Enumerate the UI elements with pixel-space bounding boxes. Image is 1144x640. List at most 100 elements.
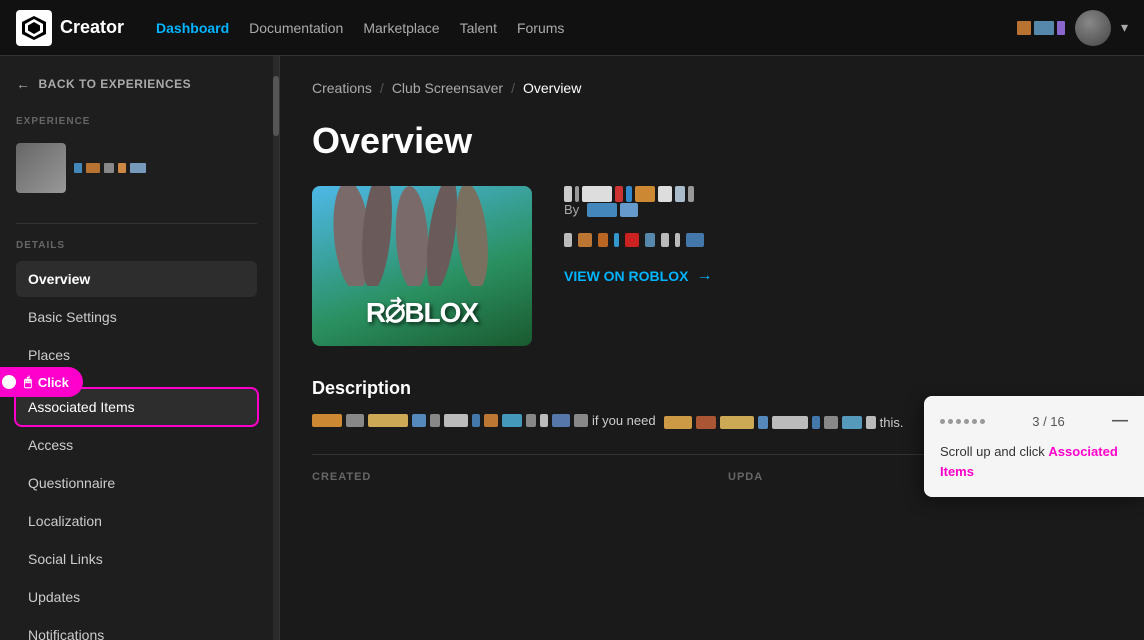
desc-suffix2: this. xyxy=(880,415,904,430)
brand-label: Creator xyxy=(60,17,124,38)
gtb-6 xyxy=(635,186,655,202)
exp-dot-1 xyxy=(74,163,82,173)
dtb-19 xyxy=(812,416,820,429)
desc-suffix: if you need xyxy=(592,413,656,428)
nav-marketplace[interactable]: Marketplace xyxy=(363,20,439,36)
sidebar-item-basic-settings[interactable]: Basic Settings xyxy=(16,299,257,335)
dtb-6 xyxy=(444,414,468,427)
sidebar-item-social-links[interactable]: Social Links xyxy=(16,541,257,577)
game-title-blocks xyxy=(564,186,1112,202)
game-thumb-bg: R⦳BLOX xyxy=(312,186,532,346)
dtb-12 xyxy=(552,414,570,427)
sidebar-item-label: Questionnaire xyxy=(28,475,115,491)
chevron-down-icon[interactable]: ▾ xyxy=(1121,19,1128,36)
logo-area[interactable]: Creator xyxy=(16,10,124,46)
gtb-9 xyxy=(688,186,694,202)
by-row: By xyxy=(564,202,1112,217)
exp-thumbnail xyxy=(16,143,66,193)
logo-box xyxy=(16,10,52,46)
experience-preview xyxy=(16,137,257,199)
sidebar-item-overview[interactable]: Overview xyxy=(16,261,257,297)
nav-forums[interactable]: Forums xyxy=(517,20,564,36)
top-navigation: Creator Dashboard Documentation Marketpl… xyxy=(0,0,1144,56)
px2 xyxy=(1034,21,1054,35)
exp-dot-4 xyxy=(118,163,126,173)
dtb-1 xyxy=(312,414,342,427)
popup-dot-3 xyxy=(956,419,961,424)
view-btn-label: VIEW ON ROBLOX xyxy=(564,268,688,284)
back-to-experiences-button[interactable]: ← BACK TO EXPERIENCES xyxy=(0,56,273,108)
nav-dashboard[interactable]: Dashboard xyxy=(156,20,229,36)
game-card: R⦳BLOX By xyxy=(312,186,1112,346)
click-tooltip: 🖱 Click xyxy=(0,367,83,397)
experience-label: EXPERIENCE xyxy=(16,116,257,127)
dtb-21 xyxy=(842,416,862,429)
dtb-11 xyxy=(540,414,548,427)
dtb-9 xyxy=(502,414,522,427)
sidebar-item-label: Updates xyxy=(28,589,80,605)
popup-minimize-button[interactable]: — xyxy=(1112,412,1128,430)
nav-links: Dashboard Documentation Marketplace Tale… xyxy=(156,20,564,36)
popup-dot-1 xyxy=(940,419,945,424)
roblox-text: R⦳BLOX xyxy=(366,297,478,330)
roblox-logo-text: R⦳BLOX xyxy=(366,297,478,328)
dtb-13 xyxy=(574,414,588,427)
view-on-roblox-button[interactable]: VIEW ON ROBLOX → xyxy=(564,267,1112,285)
breadcrumb-creations[interactable]: Creations xyxy=(312,80,372,96)
sidebar-item-localization[interactable]: Localization xyxy=(16,503,257,539)
sidebar-item-access[interactable]: Access xyxy=(16,427,257,463)
sidebar-item-label: Places xyxy=(28,347,70,363)
px1 xyxy=(1017,21,1031,35)
sidebar-item-label: Social Links xyxy=(28,551,103,567)
created-label: CREATED xyxy=(312,471,696,483)
sidebar-item-label: Localization xyxy=(28,513,102,529)
gtb-2 xyxy=(575,186,579,202)
page-title: Overview xyxy=(312,120,1112,162)
experience-section: EXPERIENCE xyxy=(0,108,273,215)
breadcrumb-club-screensaver[interactable]: Club Screensaver xyxy=(392,80,503,96)
exp-dot-3 xyxy=(104,163,114,173)
pixel-blocks xyxy=(1017,21,1065,35)
bnb-2 xyxy=(620,203,638,217)
dtb-10 xyxy=(526,414,536,427)
by-name-blocks xyxy=(587,203,638,217)
cursor-icon: 🖱 xyxy=(24,374,32,390)
nav-documentation[interactable]: Documentation xyxy=(249,20,343,36)
dtb-15 xyxy=(696,416,716,429)
arrow-right-icon: → xyxy=(696,267,712,285)
avatar[interactable] xyxy=(1075,10,1111,46)
sidebar-item-questionnaire[interactable]: Questionnaire xyxy=(16,465,257,501)
sidebar-item-label: Associated Items xyxy=(28,399,135,415)
exp-dot-2 xyxy=(86,163,100,173)
scrollbar-thumb xyxy=(273,76,279,136)
sidebar-scroll-area: ← BACK TO EXPERIENCES EXPERIENCE xyxy=(0,56,279,640)
game-info: By VI xyxy=(564,186,1112,346)
sb-9 xyxy=(686,233,704,247)
nav-talent[interactable]: Talent xyxy=(460,20,497,36)
popup-text-content: Scroll up and click xyxy=(940,444,1045,459)
sb-4 xyxy=(614,233,619,247)
back-arrow-icon: ← xyxy=(16,76,31,92)
back-label: BACK TO EXPERIENCES xyxy=(39,77,192,91)
dtb-20 xyxy=(824,416,838,429)
sb-7 xyxy=(661,233,669,247)
dtb-7 xyxy=(472,414,480,427)
sidebar-item-notifications[interactable]: Notifications xyxy=(16,617,257,640)
popup-dot-5 xyxy=(972,419,977,424)
dtb-16 xyxy=(720,416,754,429)
sidebar-divider xyxy=(16,223,257,224)
main-content: Creations / Club Screensaver / Overview … xyxy=(280,56,1144,640)
sidebar-item-updates[interactable]: Updates xyxy=(16,579,257,615)
sb-2 xyxy=(578,233,592,247)
gtb-1 xyxy=(564,186,572,202)
popup-header: 3 / 16 — xyxy=(940,412,1128,430)
sidebar-scrollbar[interactable] xyxy=(273,56,279,640)
game-thumbnail: R⦳BLOX xyxy=(312,186,532,346)
dtb-2 xyxy=(346,414,364,427)
dtb-5 xyxy=(430,414,440,427)
sb-1 xyxy=(564,233,572,247)
popup-dot-6 xyxy=(980,419,985,424)
by-label: By xyxy=(564,202,579,217)
popup-dot-2 xyxy=(948,419,953,424)
sidebar-item-label: Basic Settings xyxy=(28,309,117,325)
